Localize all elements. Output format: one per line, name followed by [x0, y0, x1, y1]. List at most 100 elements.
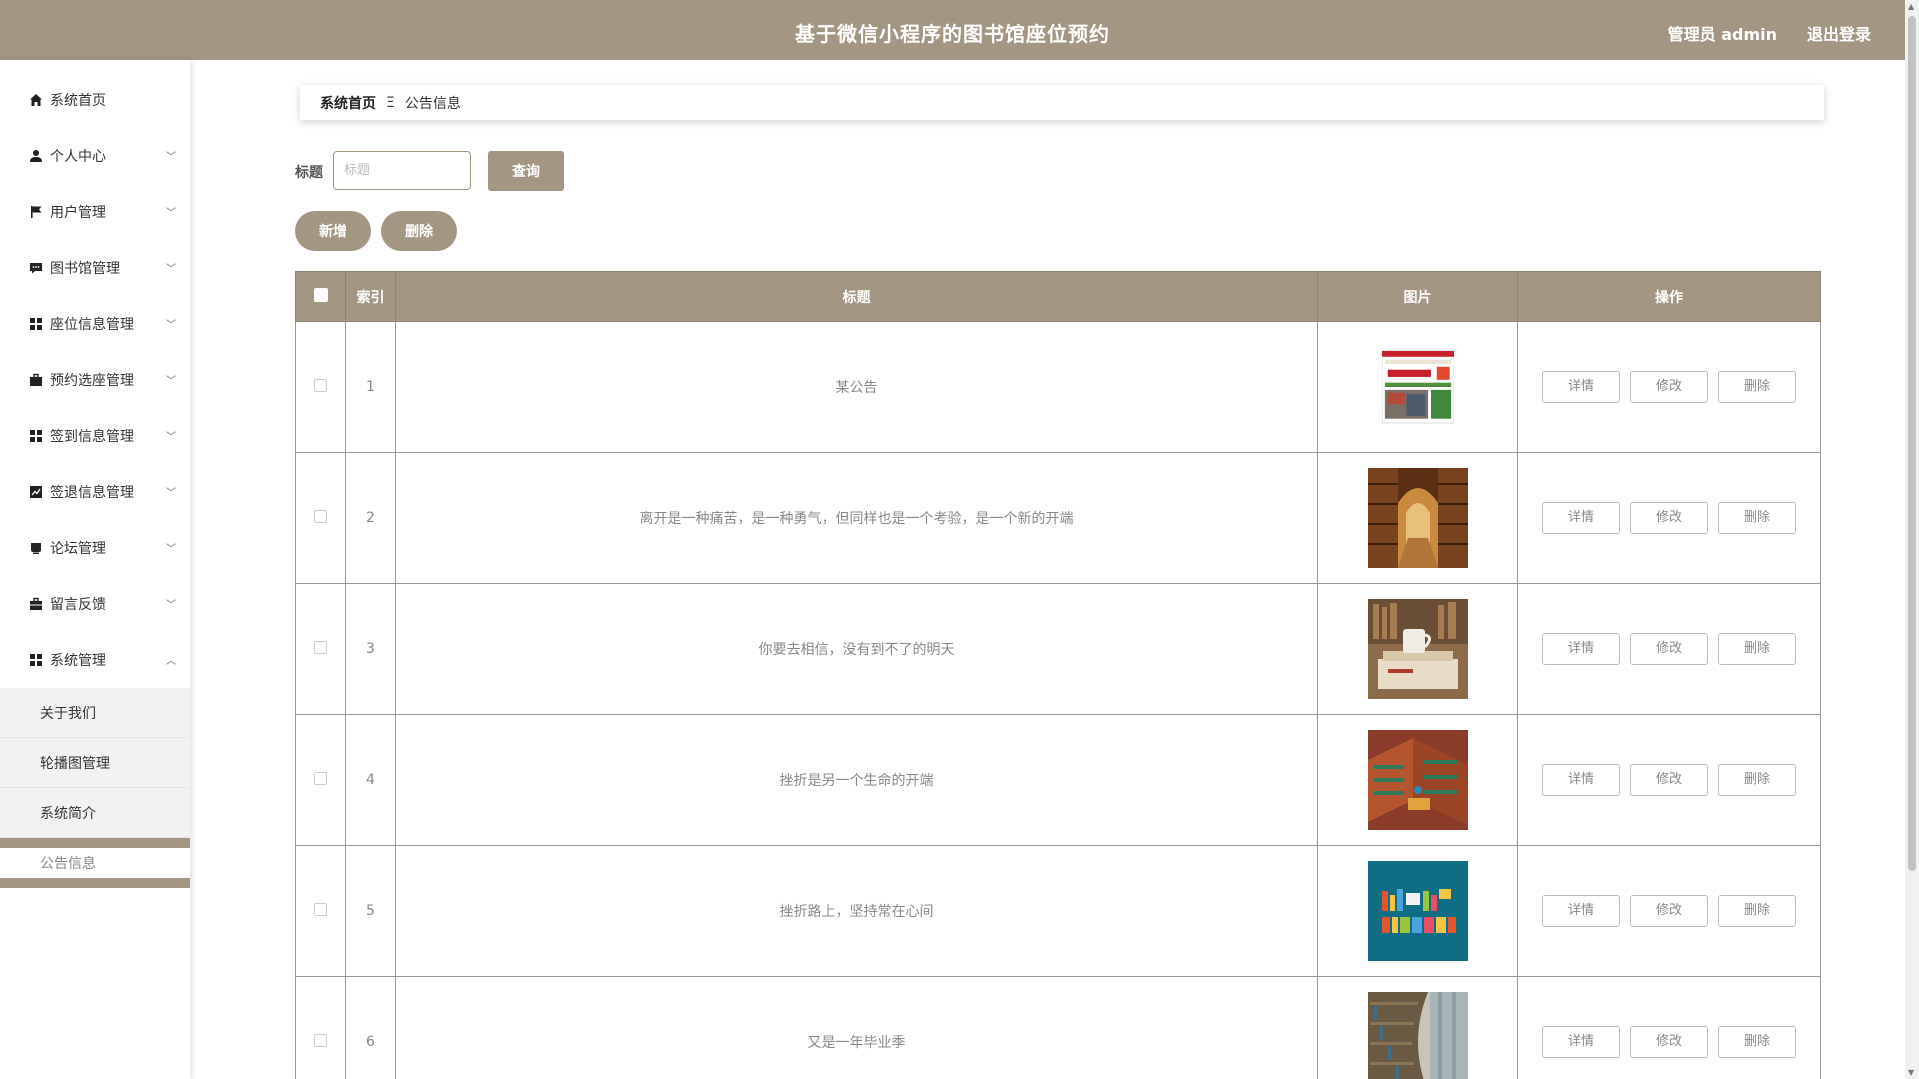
sidebar-item-label: 个人中心: [50, 149, 106, 165]
cup-icon: [28, 540, 44, 556]
scroll-up-arrow-icon[interactable]: ▲: [1908, 2, 1914, 11]
row-checkbox[interactable]: [314, 509, 327, 523]
delete-button[interactable]: 删除: [1718, 633, 1796, 665]
detail-button[interactable]: 详情: [1542, 502, 1620, 534]
sidebar-item-feedback[interactable]: 留言反馈 ﹀: [0, 576, 190, 632]
chevron-down-icon: ﹀: [166, 544, 176, 555]
table-row: 4 挫折是另一个生命的开端 详情 修改 删除: [295, 714, 1821, 846]
submenu-item-announcements[interactable]: 公告信息: [0, 838, 190, 888]
table-row: 1 某公告 详情 修改 删除: [295, 321, 1821, 453]
sidebar-item-system-management[interactable]: 系统管理 ︿: [0, 632, 190, 688]
batch-delete-button[interactable]: 删除: [381, 211, 457, 251]
row-title: 你要去相信，没有到不了的明天: [395, 583, 1318, 715]
user-icon: [28, 148, 44, 164]
edit-button[interactable]: 修改: [1630, 1026, 1708, 1058]
header-image: 图片: [1317, 271, 1518, 322]
delete-button[interactable]: 删除: [1718, 895, 1796, 927]
row-index: 6: [345, 976, 396, 1079]
flag-icon: [28, 204, 44, 220]
row-checkbox[interactable]: [314, 1033, 327, 1047]
chevron-down-icon: ﹀: [166, 152, 176, 163]
current-user: 管理员 admin: [1667, 25, 1777, 44]
sidebar-item-label: 留言反馈: [50, 597, 106, 613]
detail-button[interactable]: 详情: [1542, 371, 1620, 403]
scrollbar-thumb[interactable]: [1908, 16, 1916, 871]
table-row: 5 挫折路上，坚持常在心间 详情 修改 删除: [295, 845, 1821, 977]
row-index: 3: [345, 583, 396, 715]
table-row: 3 你要去相信，没有到不了的明天 详情 修改 删除: [295, 583, 1821, 715]
delete-button[interactable]: 删除: [1718, 764, 1796, 796]
library-isometric-image: [1367, 730, 1468, 830]
chevron-down-icon: ﹀: [166, 432, 176, 443]
edit-button[interactable]: 修改: [1630, 764, 1708, 796]
sidebar-item-user-management[interactable]: 用户管理 ﹀: [0, 184, 190, 240]
breadcrumb-home[interactable]: 系统首页: [320, 93, 376, 113]
sidebar-item-checkout-management[interactable]: 签退信息管理 ﹀: [0, 464, 190, 520]
top-header: 基于微信小程序的图书馆座位预约 管理员 admin 退出登录: [0, 0, 1905, 60]
chart-icon: [28, 484, 44, 500]
chevron-down-icon: ﹀: [166, 376, 176, 387]
edit-button[interactable]: 修改: [1630, 633, 1708, 665]
row-title: 某公告: [395, 321, 1318, 453]
row-title: 挫折是另一个生命的开端: [395, 714, 1318, 846]
header-ops: 操作: [1517, 271, 1821, 322]
grid-icon: [28, 428, 44, 444]
delete-button[interactable]: 删除: [1718, 371, 1796, 403]
table-row: 2 离开是一种痛苦，是一种勇气，但同样也是一个考验，是一个新的开端 详情 修改 删除: [295, 452, 1821, 584]
chevron-down-icon: ﹀: [166, 320, 176, 331]
chevron-down-icon: ﹀: [166, 488, 176, 499]
detail-button[interactable]: 详情: [1542, 764, 1620, 796]
delete-button[interactable]: 删除: [1718, 502, 1796, 534]
scroll-down-arrow-icon[interactable]: ▼: [1908, 1068, 1914, 1077]
row-checkbox[interactable]: [314, 640, 327, 654]
books-cup-image: [1367, 599, 1468, 699]
row-index: 4: [345, 714, 396, 846]
sidebar-item-label: 系统首页: [50, 93, 106, 109]
bookshelf-curve-image: [1367, 992, 1468, 1079]
briefcase-icon: [28, 372, 44, 388]
grid-icon: [28, 652, 44, 668]
add-button[interactable]: 新增: [295, 211, 371, 251]
search-label: 标题: [295, 165, 323, 181]
detail-button[interactable]: 详情: [1542, 633, 1620, 665]
page-scrollbar[interactable]: ▲ ▼: [1905, 0, 1919, 1079]
sidebar-item-home[interactable]: 系统首页: [0, 72, 190, 128]
chevron-down-icon: ﹀: [166, 264, 176, 275]
sidebar-item-library-management[interactable]: 图书馆管理 ﹀: [0, 240, 190, 296]
chat-icon: [28, 260, 44, 276]
sidebar-item-label: 签退信息管理: [50, 485, 134, 501]
row-checkbox[interactable]: [314, 771, 327, 785]
logout-button[interactable]: 退出登录: [1807, 21, 1871, 45]
detail-button[interactable]: 详情: [1542, 895, 1620, 927]
briefcase-icon: [28, 596, 44, 612]
sidebar-item-seat-management[interactable]: 座位信息管理 ﹀: [0, 296, 190, 352]
header-select-all[interactable]: [295, 271, 346, 322]
edit-button[interactable]: 修改: [1630, 895, 1708, 927]
row-title: 挫折路上，坚持常在心间: [395, 845, 1318, 977]
sidebar-item-personal-center[interactable]: 个人中心 ﹀: [0, 128, 190, 184]
delete-button[interactable]: 删除: [1718, 1026, 1796, 1058]
sidebar-item-reservation-management[interactable]: 预约选座管理 ﹀: [0, 352, 190, 408]
row-checkbox[interactable]: [314, 902, 327, 916]
sidebar-item-label: 预约选座管理: [50, 373, 134, 389]
row-index: 5: [345, 845, 396, 977]
sidebar-item-checkin-management[interactable]: 签到信息管理 ﹀: [0, 408, 190, 464]
submenu-item-about[interactable]: 关于我们: [0, 688, 190, 738]
chevron-down-icon: ﹀: [166, 600, 176, 611]
library-arch-image: [1367, 468, 1468, 568]
announcement-table: 索引 标题 图片 操作 1 某公告 详情 修改 删除 2 离开是一种痛苦，是一种…: [295, 271, 1821, 1079]
submenu-item-intro[interactable]: 系统简介: [0, 788, 190, 838]
sidebar-item-label: 签到信息管理: [50, 429, 134, 445]
header-title: 标题: [395, 271, 1318, 322]
app-title: 基于微信小程序的图书馆座位预约: [795, 22, 1110, 46]
row-checkbox[interactable]: [314, 378, 327, 392]
submenu-item-carousel[interactable]: 轮播图管理: [0, 738, 190, 788]
sidebar-item-label: 用户管理: [50, 205, 106, 221]
search-button[interactable]: 查询: [488, 151, 564, 191]
sidebar-item-forum-management[interactable]: 论坛管理 ﹀: [0, 520, 190, 576]
edit-button[interactable]: 修改: [1630, 502, 1708, 534]
search-input[interactable]: [333, 151, 471, 190]
edit-button[interactable]: 修改: [1630, 371, 1708, 403]
detail-button[interactable]: 详情: [1542, 1026, 1620, 1058]
select-all-checkbox[interactable]: [313, 287, 328, 302]
